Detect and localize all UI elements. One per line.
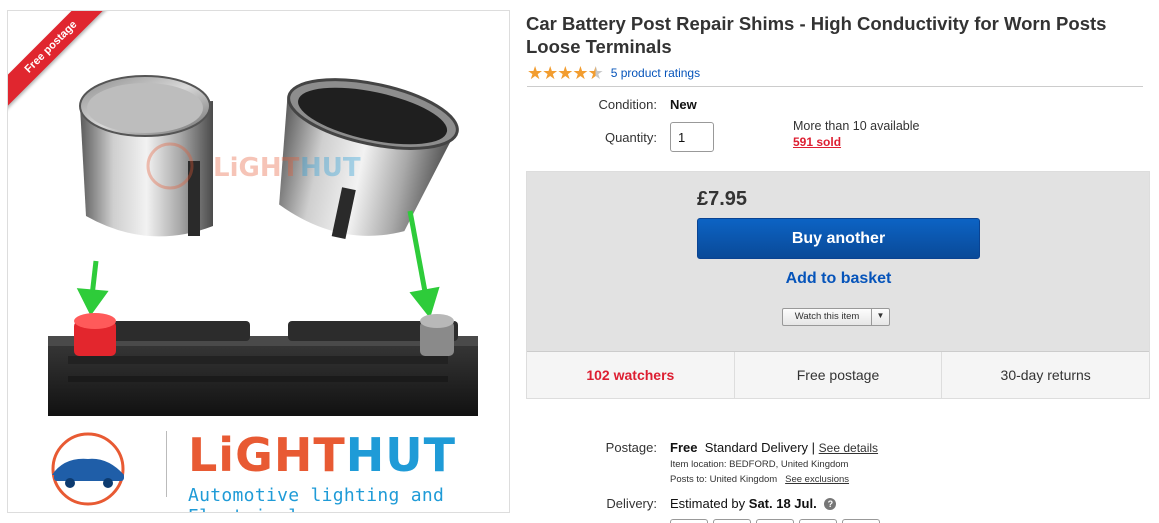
buy-box-info-row: 102 watchers Free postage 30-day returns [527, 352, 1149, 398]
car-logo-icon [51, 432, 125, 506]
star-icon: ★ [557, 63, 573, 83]
watch-item-label[interactable]: Watch this item [783, 309, 872, 325]
brand-divider [166, 431, 167, 497]
star-rating: ★★★★★ [527, 63, 604, 83]
ratings-link[interactable]: 5 product ratings [611, 66, 700, 80]
buy-box-top: £7.95 Buy another Add to basket Watch th… [527, 172, 1149, 352]
see-exclusions-link[interactable]: See exclusions [785, 474, 849, 485]
delivery-option-stub[interactable] [756, 519, 794, 523]
free-postage-cell: Free postage [735, 352, 943, 398]
postage-method: Standard Delivery [704, 440, 809, 455]
delivery-option-stub[interactable] [670, 519, 708, 523]
see-details-link[interactable]: See details [819, 441, 878, 455]
arrow-down-icon [407, 210, 440, 319]
postage-label: Postage: [605, 440, 657, 455]
delivery-option-stub[interactable] [713, 519, 751, 523]
sold-count-link[interactable]: 591 sold [793, 135, 841, 149]
brand-name-part2: HUT [345, 428, 456, 482]
ribbon-text: Free postage [8, 11, 116, 112]
returns-cell: 30-day returns [1000, 367, 1091, 383]
battery [48, 313, 478, 416]
brand-name-part1: LiGHT [188, 428, 346, 482]
availability-text: More than 10 available [793, 119, 920, 133]
quantity-input[interactable] [670, 122, 714, 152]
item-location: Item location: BEDFORD, United Kingdom [670, 459, 849, 470]
watchers-count: 102 watchers [527, 352, 735, 398]
postage-separator: | [811, 440, 816, 455]
brand-tagline: Automotive lighting and Electrical [188, 485, 445, 512]
star-half-icon: ★ [587, 63, 604, 83]
delivery-prefix: Estimated by [670, 496, 746, 511]
condition-label: Condition: [598, 97, 657, 112]
buy-another-button[interactable]: Buy another [697, 218, 980, 259]
delivery-option-stub[interactable] [842, 519, 880, 523]
add-to-basket-button[interactable]: Add to basket [697, 270, 980, 292]
rating-row[interactable]: ★★★★★ 5 product ratings [527, 64, 700, 82]
svg-text:HUT: HUT [300, 153, 361, 183]
star-icon: ★ [572, 63, 588, 83]
postage-free: Free [670, 440, 698, 455]
svg-text:LiGHT: LiGHT [213, 153, 300, 183]
star-icon: ★ [542, 63, 558, 83]
price: £7.95 [697, 188, 748, 210]
delivery-option-stub[interactable] [799, 519, 837, 523]
postage-value: Free Standard Delivery | See details [670, 440, 878, 455]
buy-box: £7.95 Buy another Add to basket Watch th… [526, 171, 1150, 399]
arrow-down-icon [76, 260, 109, 316]
watch-item-button[interactable]: Watch this item ▼ [782, 308, 890, 326]
posts-to-row: Posts to: United Kingdom See exclusions [670, 474, 849, 485]
brand-banner: LiGHTHUT Automotive lighting and Electri… [38, 421, 498, 512]
condition-value: New [670, 97, 697, 112]
delivery-value: Estimated by Sat. 18 Jul. ? [670, 496, 837, 511]
listing-title: Car Battery Post Repair Shims - High Con… [526, 13, 1107, 57]
help-icon[interactable]: ? [824, 498, 837, 510]
divider [527, 86, 1143, 87]
star-icon: ★ [527, 63, 543, 83]
free-postage-ribbon: Free postage [8, 11, 127, 130]
caret-down-icon[interactable]: ▼ [872, 309, 889, 325]
product-image-panel[interactable]: LiGHT HUT Free postage LiGHTHUT Automoti… [7, 10, 510, 513]
delivery-date: Sat. 18 Jul. [748, 496, 817, 511]
brand-name: LiGHTHUT [188, 429, 456, 481]
posts-to: Posts to: United Kingdom [670, 474, 778, 485]
delivery-label: Delivery: [606, 496, 657, 511]
quantity-label: Quantity: [604, 130, 657, 145]
